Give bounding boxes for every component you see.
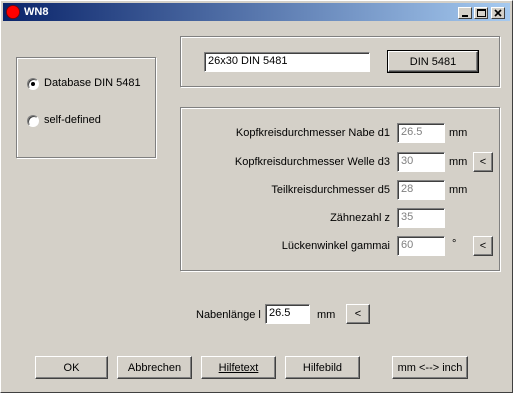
param-field-z[interactable]: 35	[397, 208, 445, 228]
param-label-d3: Kopfkreisdurchmesser Welle d3	[234, 156, 390, 168]
param-field-d5[interactable]: 28	[397, 180, 445, 200]
din-selection-field[interactable]: 26x30 DIN 5481	[204, 52, 370, 72]
window-title: WN8	[24, 6, 49, 18]
close-icon	[494, 9, 502, 17]
apply-hub-length-button[interactable]: <	[346, 304, 370, 324]
title-bar[interactable]: WN8	[3, 3, 510, 21]
din-button[interactable]: DIN 5481	[387, 50, 479, 73]
hub-length-label: Nabenlänge l	[196, 309, 261, 321]
ok-button[interactable]: OK	[35, 356, 108, 379]
radio-self-defined-label[interactable]: self-defined	[44, 114, 101, 126]
param-label-z: Zähnezahl z	[330, 212, 390, 224]
param-unit-gammai: °	[452, 238, 457, 250]
help-text-label: Hilfetext	[218, 361, 259, 374]
hub-length-field[interactable]: 26.5	[265, 304, 310, 324]
param-label-d1: Kopfkreisdurchmesser Nabe d1	[235, 127, 390, 139]
app-icon	[6, 5, 20, 19]
maximize-button[interactable]	[474, 7, 488, 19]
param-label-gammai: Lückenwinkel gammai	[281, 240, 390, 252]
radio-self-defined[interactable]	[27, 115, 39, 127]
help-text-button[interactable]: Hilfetext	[201, 356, 276, 379]
close-button[interactable]	[491, 7, 505, 19]
param-label-d5: Teilkreisdurchmesser d5	[271, 184, 390, 196]
param-field-d1[interactable]: 26.5	[397, 123, 445, 143]
unit-toggle-button[interactable]: mm <--> inch	[392, 356, 468, 379]
maximize-icon	[477, 9, 486, 17]
help-image-button[interactable]: Hilfebild	[285, 356, 360, 379]
apply-d3-button[interactable]: <	[473, 152, 493, 172]
hub-length-unit: mm	[317, 309, 336, 321]
minimize-icon	[462, 15, 468, 17]
param-unit-d1: mm	[449, 127, 468, 139]
dialog-window: WN8 Database DIN 5481 self-defined 26x30…	[0, 0, 513, 393]
param-unit-d3: mm	[449, 156, 468, 168]
apply-gammai-button[interactable]: <	[473, 236, 493, 256]
radio-database-label[interactable]: Database DIN 5481	[44, 77, 141, 89]
radio-database[interactable]	[27, 78, 39, 90]
param-unit-d5: mm	[449, 184, 468, 196]
source-group	[16, 57, 156, 158]
param-field-d3[interactable]: 30	[397, 152, 445, 172]
cancel-button[interactable]: Abbrechen	[117, 356, 192, 379]
param-field-gammai[interactable]: 60	[397, 236, 445, 256]
minimize-button[interactable]	[458, 7, 472, 19]
